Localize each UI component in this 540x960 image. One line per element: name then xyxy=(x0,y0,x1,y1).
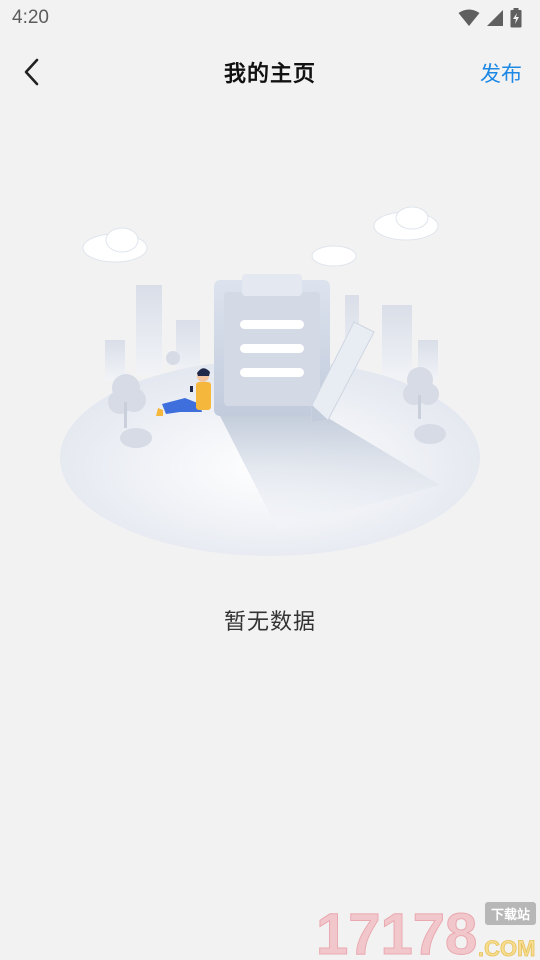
status-bar: 4:20 xyxy=(0,0,540,36)
clouds xyxy=(82,206,439,267)
battery-charging-icon xyxy=(510,8,522,28)
empty-state-message: 暂无数据 xyxy=(223,610,316,635)
svg-text:.COM: .COM xyxy=(478,936,535,960)
watermark-logo: 17178 .COM 下载站 xyxy=(308,896,538,960)
publish-button[interactable]: 发布 xyxy=(480,58,522,88)
svg-text:17178: 17178 xyxy=(316,902,477,960)
wifi-icon xyxy=(458,9,480,26)
signal-icon xyxy=(487,10,503,26)
status-time: 4:20 xyxy=(12,7,49,28)
clipboard-illustration xyxy=(214,274,330,416)
watermark-badge: 下载站 xyxy=(484,902,536,925)
empty-state-illustration xyxy=(60,206,480,556)
page-title: 我的主页 xyxy=(223,62,316,87)
chevron-left-icon xyxy=(24,58,39,86)
status-icons xyxy=(458,8,522,28)
screen: 4:20 我的主页 发布 暂无数据 17178 .COM 下载站 xyxy=(0,0,540,960)
back-button[interactable] xyxy=(14,54,50,90)
nav-bar: 我的主页 发布 xyxy=(0,36,540,108)
